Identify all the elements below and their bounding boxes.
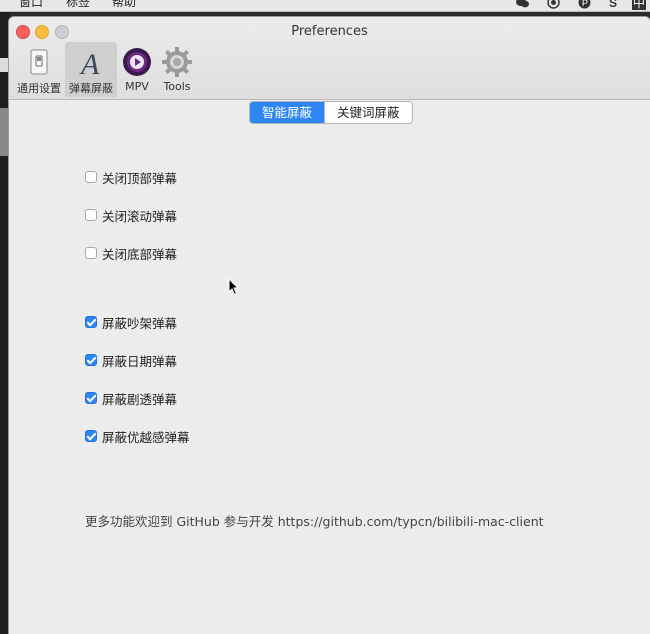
switch-icon xyxy=(30,49,48,75)
menu-bar: 窗口 标签 帮助 P S 中 xyxy=(0,0,650,12)
option-block-spoiler-danmaku[interactable]: 屏蔽剧透弹幕 xyxy=(85,389,177,407)
toolbar-item-general[interactable]: 通用设置 xyxy=(13,42,65,97)
checkbox[interactable] xyxy=(85,430,97,442)
option-block-date-danmaku[interactable]: 屏蔽日期弹幕 xyxy=(85,351,177,369)
toolbar-item-mpv[interactable]: MPV xyxy=(117,42,157,97)
svg-text:P: P xyxy=(582,0,588,8)
checkbox-label: 屏蔽剧透弹幕 xyxy=(102,391,178,407)
svg-text:A: A xyxy=(79,48,100,78)
checkbox-label: 屏蔽吵架弹幕 xyxy=(102,315,178,331)
checkbox[interactable] xyxy=(85,316,97,328)
github-footer-text: 更多功能欢迎到 GitHub 参与开发 https://github.com/t… xyxy=(85,514,544,529)
checkbox-label: 屏蔽优越感弹幕 xyxy=(102,429,190,445)
paypal-icon[interactable]: P xyxy=(578,0,591,9)
title-bar: Preferences 通用设置 A 弹幕屏蔽 MPV Tools xyxy=(9,17,650,100)
toolbar-label-danmaku-filter: 弹幕屏蔽 xyxy=(69,82,113,95)
toolbar-label-general: 通用设置 xyxy=(17,82,61,95)
option-block-superiority-danmaku[interactable]: 屏蔽优越感弹幕 xyxy=(85,427,190,445)
option-block-argument-danmaku[interactable]: 屏蔽吵架弹幕 xyxy=(85,313,177,331)
s-icon[interactable]: S xyxy=(607,0,620,9)
checkbox[interactable] xyxy=(85,392,97,404)
toolbar-label-tools: Tools xyxy=(163,80,191,93)
toolbar-item-danmaku-filter[interactable]: A 弹幕屏蔽 xyxy=(65,42,117,97)
segment-keyword-filter[interactable]: 关键词屏蔽 xyxy=(324,102,412,123)
gear-icon xyxy=(162,47,192,77)
checkbox-label: 关闭滚动弹幕 xyxy=(102,208,178,224)
checkbox[interactable] xyxy=(85,171,97,183)
mpv-play-icon xyxy=(123,48,151,76)
option-disable-bottom-danmaku[interactable]: 关闭底部弹幕 xyxy=(85,244,177,262)
checkbox-label: 关闭底部弹幕 xyxy=(102,246,178,262)
option-disable-top-danmaku[interactable]: 关闭顶部弹幕 xyxy=(85,168,177,186)
weibo-icon[interactable] xyxy=(547,0,560,9)
menu-tabs[interactable]: 标签 xyxy=(66,0,90,9)
svg-text:S: S xyxy=(609,0,617,9)
filter-mode-segmented-control: 智能屏蔽 关键词屏蔽 xyxy=(249,101,413,124)
toolbar-label-mpv: MPV xyxy=(125,80,149,93)
preferences-window: Preferences 通用设置 A 弹幕屏蔽 MPV Tools 智能屏蔽 关… xyxy=(9,17,650,634)
option-disable-scrolling-danmaku[interactable]: 关闭滚动弹幕 xyxy=(85,206,177,224)
mouse-cursor-icon xyxy=(228,278,240,296)
checkbox[interactable] xyxy=(85,209,97,221)
background-window-fragment xyxy=(0,58,9,72)
wechat-icon[interactable] xyxy=(516,0,529,9)
checkbox[interactable] xyxy=(85,247,97,259)
checkbox[interactable] xyxy=(85,354,97,366)
toolbar-item-tools[interactable]: Tools xyxy=(157,42,197,97)
background-window-fragment xyxy=(0,108,9,156)
checkbox-label: 关闭顶部弹幕 xyxy=(102,170,178,186)
segment-smart-filter[interactable]: 智能屏蔽 xyxy=(250,102,325,123)
menu-window[interactable]: 窗口 xyxy=(19,0,43,9)
preferences-content: 智能屏蔽 关键词屏蔽 关闭顶部弹幕 关闭滚动弹幕 关闭底部弹幕 屏蔽吵架弹幕 屏… xyxy=(9,100,650,634)
checkbox-label: 屏蔽日期弹幕 xyxy=(102,353,178,369)
window-title: Preferences xyxy=(291,24,368,39)
font-a-icon: A xyxy=(79,48,100,78)
menu-help[interactable]: 帮助 xyxy=(112,0,136,9)
input-method-icon[interactable]: 中 xyxy=(632,0,647,10)
